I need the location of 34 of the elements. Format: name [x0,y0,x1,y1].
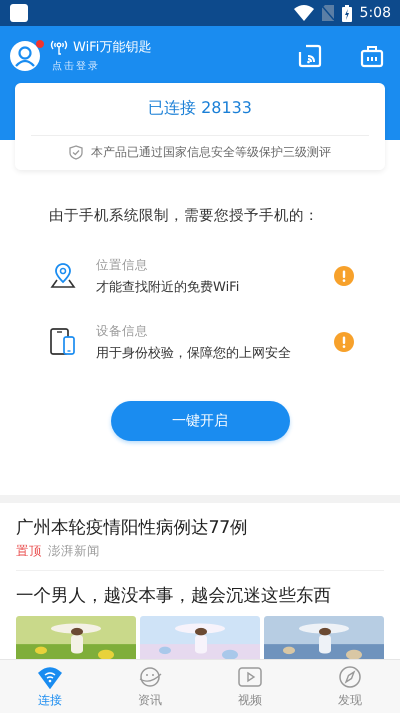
connection-count[interactable]: 已连接 28133 [31,83,369,136]
no-sim-icon [322,5,334,21]
battery-charging-icon [342,4,352,22]
enable-button[interactable]: 一键开启 [110,401,290,441]
app-name: WiFi万能钥匙 [73,39,152,56]
key-signal-icon [50,39,68,55]
news-source: 澎湃新闻 [48,543,100,560]
wifi-signal-icon [294,5,314,21]
permission-title: 位置信息 [96,256,149,274]
pinned-tag: 置顶 [16,543,42,560]
permission-intro: 由于手机系统限制，需要您授予手机的： [48,206,320,225]
phone-tablet-icon [50,328,76,356]
compass-icon [337,664,363,688]
permission-title: 设备信息 [96,322,149,340]
location-pin-icon [50,263,76,289]
tab[interactable]: 发现 [300,660,400,713]
avatar-icon[interactable] [10,40,40,70]
cast-icon[interactable] [298,44,322,68]
planet-icon [137,664,163,688]
clock-time: 5:08 [360,5,391,21]
news-headline[interactable]: 一个男人，越没本事，越会沉迷这些东西 [16,583,384,607]
permission-description: 才能查找附近的免费WiFi [96,278,240,296]
wifi-icon [37,664,63,688]
tab[interactable]: 连接 [0,660,100,713]
tab[interactable]: 资讯 [100,660,200,713]
news-headline[interactable]: 广州本轮疫情阳性病例达77例 [16,515,384,539]
login-link[interactable]: 点击登录 [50,59,264,73]
security-note: 本产品已通过国家信息安全等级保护三级测评 [91,144,331,161]
shield-check-icon [69,145,83,160]
play-icon [237,664,263,688]
tab[interactable]: 视频 [200,660,300,713]
permission-description: 用于身份校验，保障您的上网安全 [96,344,292,362]
app-notification-icon [10,4,28,22]
toolbox-icon[interactable] [360,44,384,68]
